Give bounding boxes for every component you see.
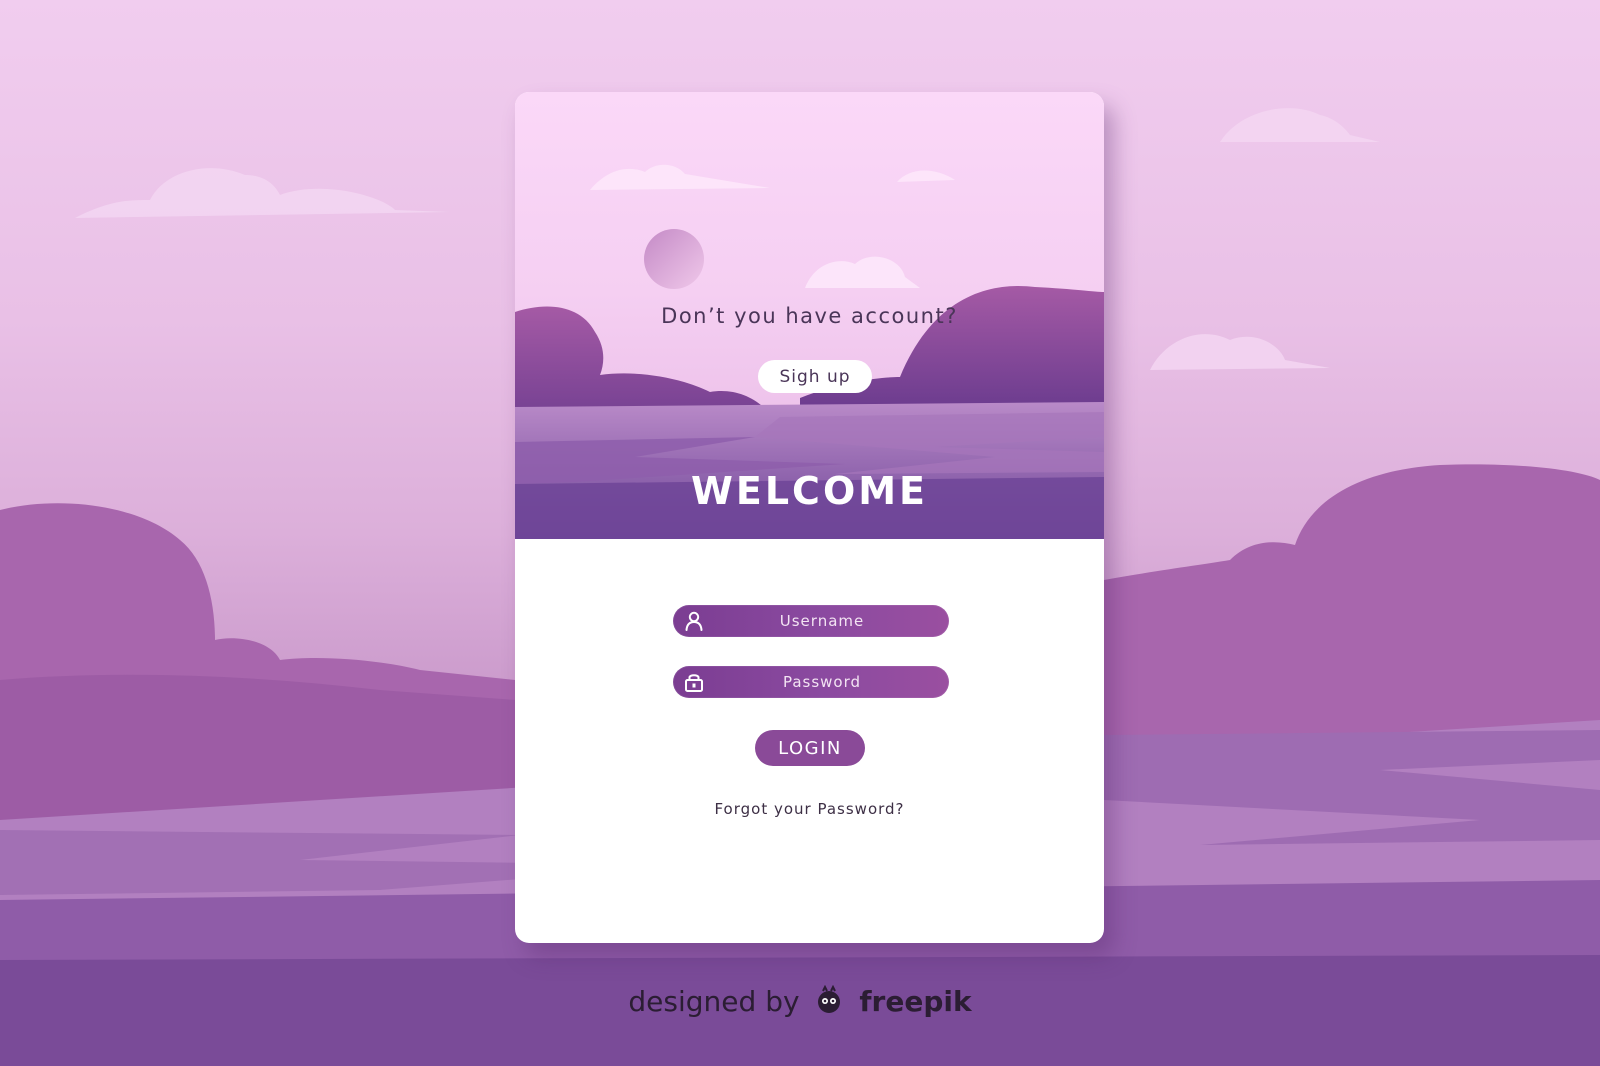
password-field[interactable] — [673, 666, 949, 698]
user-icon — [685, 611, 703, 631]
freepik-logo-icon — [818, 985, 841, 1013]
attribution-brand: freepik — [859, 985, 972, 1018]
username-field[interactable] — [673, 605, 949, 637]
sign-up-button[interactable]: Sigh up — [758, 360, 872, 393]
attribution-prefix: designed by — [628, 985, 800, 1018]
login-button[interactable]: LOGIN — [755, 730, 865, 766]
login-card: Don’t you have account? Sigh up WELCOME … — [515, 92, 1104, 943]
no-account-question: Don’t you have account? — [661, 304, 958, 328]
username-input[interactable] — [707, 605, 937, 637]
moon-icon — [644, 229, 704, 289]
attribution: designed by freepik — [0, 985, 1600, 1018]
lock-icon — [685, 674, 703, 692]
forgot-password-link[interactable]: Forgot your Password? — [515, 800, 1104, 818]
welcome-heading: WELCOME — [690, 469, 929, 513]
password-input[interactable] — [707, 666, 937, 698]
